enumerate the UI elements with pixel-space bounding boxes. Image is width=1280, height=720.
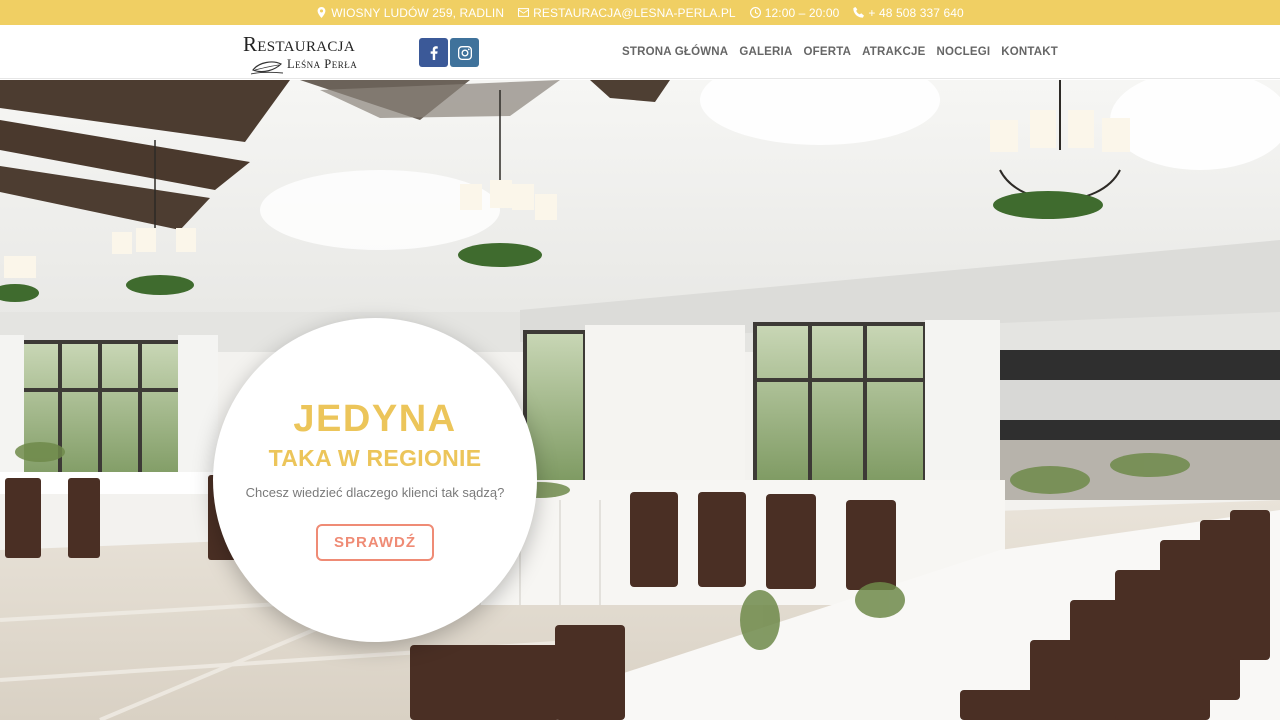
hero-section: JEDYNA TAKA W REGIONIE Chcesz wiedzieć d… xyxy=(0,80,1280,720)
top-info-bar: WIOSNY LUDÓW 259, RADLIN RESTAURACJA@LES… xyxy=(0,0,1280,25)
restaurant-logo[interactable]: Restauracja Leśna Perła xyxy=(243,32,383,75)
hero-circle-card: JEDYNA TAKA W REGIONIE Chcesz wiedzieć d… xyxy=(213,318,537,642)
facebook-button[interactable] xyxy=(419,38,448,67)
logo-title: Restauracja xyxy=(243,32,355,56)
banquet-hall-photo xyxy=(0,80,1280,720)
nav-item-home[interactable]: STRONA GŁÓWNA xyxy=(622,46,728,58)
hours-info: 12:00 – 20:00 xyxy=(749,5,840,20)
clock-icon xyxy=(749,7,761,18)
site-header: Restauracja Leśna Perła STRONA GŁÓWNA GA… xyxy=(0,25,1280,79)
envelope-icon xyxy=(518,8,530,17)
instagram-button[interactable] xyxy=(450,38,479,67)
check-button[interactable]: SPRAWDŹ xyxy=(316,524,434,561)
phone-icon xyxy=(853,7,865,18)
leaf-icon xyxy=(251,61,283,75)
email-text[interactable]: RESTAURACJA@LESNA-PERLA.PL xyxy=(533,6,736,20)
nav-item-attractions[interactable]: ATRAKCJE xyxy=(862,46,925,58)
hours-text: 12:00 – 20:00 xyxy=(764,5,840,20)
address-info: WIOSNY LUDÓW 259, RADLIN xyxy=(316,6,504,20)
map-pin-icon xyxy=(317,7,326,18)
main-navigation: STRONA GŁÓWNA GALERIA OFERTA ATRAKCJE NO… xyxy=(622,25,1058,79)
nav-item-contact[interactable]: KONTAKT xyxy=(1001,46,1058,58)
logo-subtitle: Leśna Perła xyxy=(287,57,358,71)
hero-subtitle: TAKA W REGIONIE xyxy=(268,445,482,471)
hero-title: JEDYNA xyxy=(293,398,457,440)
nav-item-accommodation[interactable]: NOCLEGI xyxy=(936,46,990,58)
facebook-icon xyxy=(430,45,438,60)
phone-info[interactable]: + 48 508 337 640 xyxy=(853,6,964,20)
phone-text[interactable]: + 48 508 337 640 xyxy=(868,6,963,20)
email-info[interactable]: RESTAURACJA@LESNA-PERLA.PL xyxy=(518,6,736,20)
nav-item-offer[interactable]: OFERTA xyxy=(803,46,851,58)
instagram-icon xyxy=(457,45,472,60)
hero-description: Chcesz wiedzieć dlaczego klienci tak sąd… xyxy=(245,485,505,500)
address-text: WIOSNY LUDÓW 259, RADLIN xyxy=(331,5,505,20)
nav-item-gallery[interactable]: GALERIA xyxy=(739,46,792,58)
